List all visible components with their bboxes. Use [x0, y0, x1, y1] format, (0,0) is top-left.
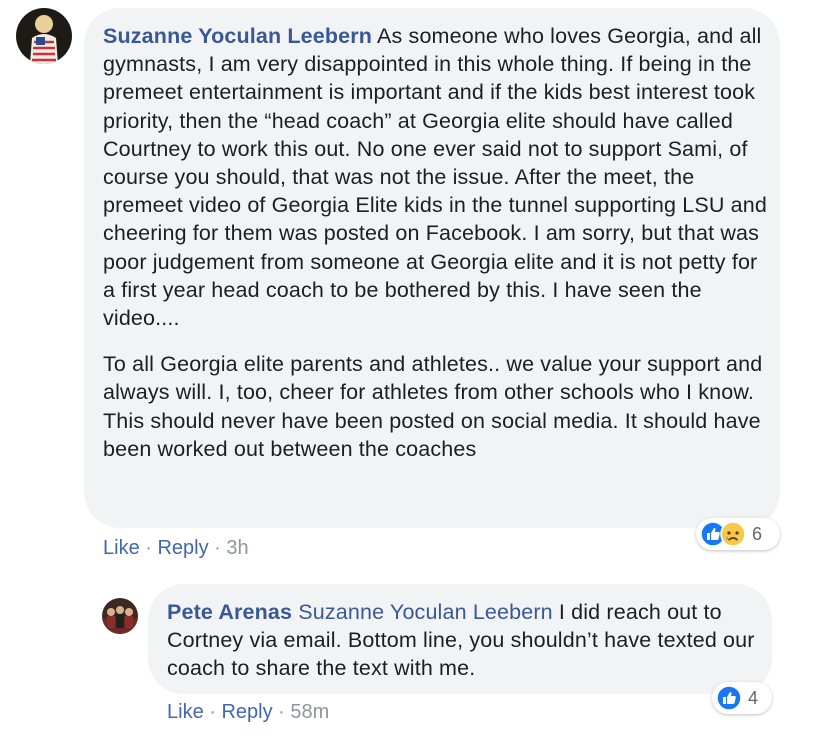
- comment-text-p1: As someone who loves Georgia, and all gy…: [103, 24, 767, 331]
- reply-separator-1: ·: [203, 701, 222, 723]
- commenter-avatar[interactable]: [16, 8, 72, 64]
- comment-reactions[interactable]: 6: [696, 518, 780, 550]
- reply-timestamp[interactable]: 58m: [290, 701, 329, 723]
- comment-author-name[interactable]: Suzanne Yoculan Leebern: [103, 24, 372, 48]
- reply-like-button[interactable]: Like: [167, 701, 204, 723]
- reply-separator-2: ·: [272, 701, 291, 723]
- comment-actions: Like · Reply · 3h: [103, 537, 249, 560]
- comment-separator-2: ·: [208, 537, 227, 559]
- reply-paragraph: Pete Arenas Suzanne Yoculan Leebern I di…: [167, 598, 757, 683]
- reply-mention[interactable]: Suzanne Yoculan Leebern: [298, 600, 553, 624]
- reply-reaction-count: 4: [748, 687, 759, 708]
- comment-bubble: Suzanne Yoculan Leebern As someone who l…: [84, 8, 780, 528]
- commenter-avatar-photo: [16, 8, 72, 64]
- comment-paragraph-1: Suzanne Yoculan Leebern As someone who l…: [103, 22, 769, 332]
- reply-reactions[interactable]: 4: [712, 682, 772, 714]
- like-icon: [716, 685, 742, 711]
- comment-timestamp[interactable]: 3h: [226, 537, 248, 559]
- comment-reaction-count: 6: [752, 523, 763, 544]
- comment-separator-1: ·: [139, 537, 158, 559]
- replier-avatar[interactable]: [102, 598, 138, 634]
- reply-actions: Like · Reply · 58m: [167, 701, 329, 724]
- replier-avatar-photo: [102, 598, 138, 634]
- comment-reply-button[interactable]: Reply: [157, 537, 208, 559]
- reply-reply-button[interactable]: Reply: [221, 701, 272, 723]
- comment-like-button[interactable]: Like: [103, 537, 140, 559]
- reply-bubble: Pete Arenas Suzanne Yoculan Leebern I di…: [148, 584, 772, 694]
- comment-text-p2: To all Georgia elite parents and athlete…: [103, 352, 763, 461]
- reply-author-name[interactable]: Pete Arenas: [167, 600, 292, 624]
- sad-icon: [720, 521, 746, 547]
